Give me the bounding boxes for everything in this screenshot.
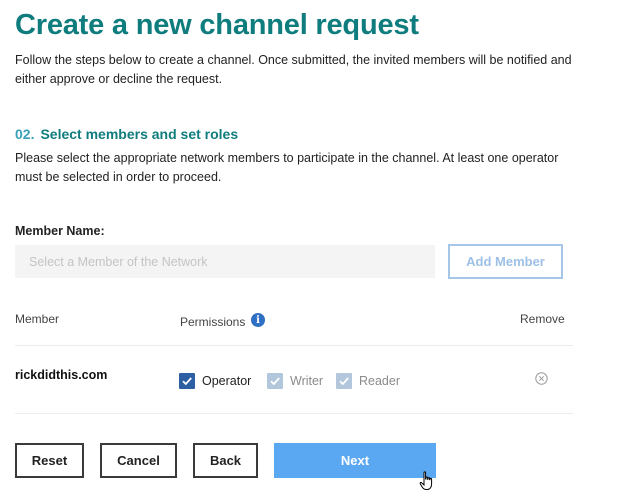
back-button[interactable]: Back [193,443,258,478]
table-divider [15,413,573,414]
column-header-member: Member [15,312,60,326]
page-title: Create a new channel request [15,9,419,41]
checkmark-icon [270,377,280,386]
operator-checkbox[interactable] [179,373,195,389]
page-intro: Follow the steps below to create a chann… [15,53,572,86]
checkmark-icon [182,377,192,386]
circle-x-icon[interactable] [535,372,548,385]
member-name: rickdidthis.com [15,368,108,382]
step-number: 02. [15,126,35,142]
step-heading: 02. Select members and set roles [15,126,238,142]
member-name-label: Member Name: [15,224,105,238]
member-name-input[interactable] [15,245,435,278]
table-divider [15,345,573,346]
permission-reader: Reader [336,373,400,389]
column-header-remove: Remove [520,312,565,326]
reset-button[interactable]: Reset [15,443,84,478]
checkmark-icon [339,377,349,386]
permission-operator[interactable]: Operator [179,373,251,389]
hand-pointer-icon [419,471,433,490]
add-member-button[interactable]: Add Member [448,244,563,279]
writer-checkbox [267,373,283,389]
info-icon[interactable]: i [251,313,265,327]
step-title: Select members and set roles [40,126,239,142]
reader-label: Reader [359,374,400,388]
permission-writer: Writer [267,373,323,389]
cancel-button[interactable]: Cancel [100,443,177,478]
next-button[interactable]: Next [274,443,436,478]
writer-label: Writer [290,374,324,388]
reader-checkbox [336,373,352,389]
column-header-permissions: Permissions [180,315,246,329]
step-description: Please select the appropriate network me… [15,151,559,184]
operator-label: Operator [202,374,252,388]
